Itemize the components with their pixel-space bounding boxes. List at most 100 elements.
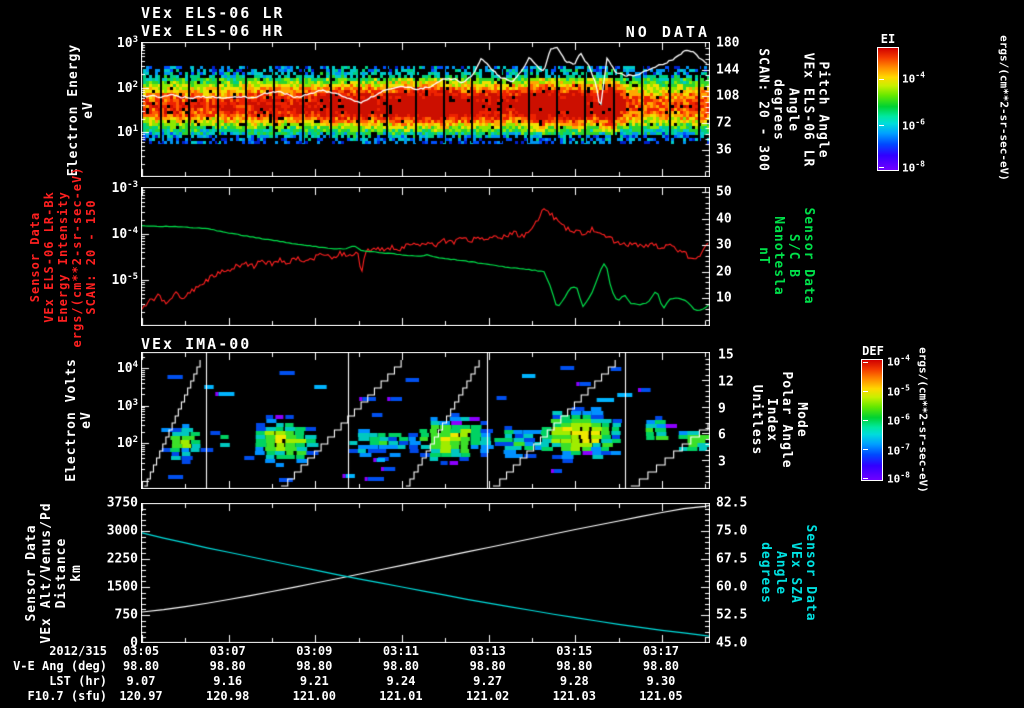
els-spectrogram-canvas [141,42,710,177]
annotation-value: 9.30 [646,674,676,688]
panel1-title-line1: VEx ELS-06 LR [141,4,285,22]
p4-left-tick-label: 750 [114,607,138,623]
p2-left-tick-label: 10-5 [111,271,139,289]
panel1-title-line2: VEx ELS-06 HR [141,22,285,40]
p3-left-tick-label: 102 [116,434,138,452]
altitude-sza-canvas [141,503,710,643]
colorbar-tick [879,79,884,80]
annotation-value: 98.80 [556,659,593,673]
row-label-ve-ang: V-E Ang (deg) [13,659,107,673]
p1-left-tick-label: 103 [116,34,138,52]
colorbar-tick [863,449,868,450]
no-data-label: NO DATA [625,23,710,41]
annotation-value: 9.07 [126,674,156,688]
def-colorbar [861,359,883,481]
p1-right-tick-label: 144 [716,62,740,77]
p3-right-tick-label: 6 [718,427,726,443]
p2-left-tick-label: 10-3 [111,179,139,197]
p4-right-tick-label: 82.5 [716,495,748,511]
p4-left-tick-label: 3750 [106,495,138,511]
p2-right-tick-label: 10 [716,290,732,306]
def-colorbar-tick-label: 10-7 [887,442,910,457]
def-colorbar-tick-label: 10-6 [887,412,910,428]
time-tick-label: 03:13 [469,644,506,658]
time-tick-label: 03:17 [642,644,680,658]
p4-left-tick-label: 3000 [106,523,138,539]
p2-right-tick-label: 20 [716,264,732,280]
def-colorbar-tick-label: 10-8 [887,470,910,486]
row-label-f107: F10.7 (sfu) [27,689,107,703]
annotation-value: 121.01 [379,689,423,703]
p4-left-tick-label: 2250 [106,551,138,567]
annotation-value: 120.97 [119,689,163,703]
p1-right-tick-label: 72 [716,115,732,131]
p3-right-tick-label: 9 [718,401,726,417]
annotation-value: 98.80 [642,659,680,673]
panel1-left-axis-label: Electron Energy eV [66,43,96,177]
date-label: 2012/315 [49,644,107,658]
colorbar-tick [879,167,884,168]
p1-right-tick-label: 108 [716,88,740,104]
ei-colorbar [877,47,899,171]
ei-colorbar-tick-label: 10-4 [902,70,925,86]
annotation-value: 9.24 [386,674,416,688]
p2-right-tick-label: 30 [716,237,732,253]
panel1-right-axis-label: Pitch Angle VEx ELS-06 LR Angle degrees … [755,48,831,172]
annotation-value: 9.21 [299,674,329,688]
p2-right-tick-label: 50 [716,184,732,200]
p4-right-tick-label: 75.0 [716,523,748,539]
def-colorbar-tick-label: 10-4 [887,353,910,369]
panel4-left-axis-label: Sensor Data VEx Alt/Venus/Pd Distance km [24,502,84,644]
time-tick-label: 03:09 [296,644,333,658]
ei-colorbar-tick-label: 10-8 [902,159,925,175]
p3-left-tick-label: 103 [116,397,138,414]
p4-right-tick-label: 60.0 [716,579,748,595]
panel3-title: VEx IMA-00 [141,335,252,353]
annotation-value: 121.00 [292,689,336,703]
annotation-value: 120.98 [205,689,250,703]
ei-colorbar-title: EI [880,32,896,46]
p4-left-tick-label: 1500 [106,579,138,595]
annotation-value: 98.80 [469,659,506,673]
annotation-value: 9.28 [559,674,589,688]
time-tick-label: 03:15 [556,644,593,658]
p4-right-tick-label: 45.0 [716,635,748,651]
annotation-value: 98.80 [296,659,333,673]
annotation-value: 9.27 [473,674,503,688]
vex-orbit-plot-screen: VEx ELS-06 LR VEx ELS-06 HR NO DATA VEx … [0,0,1024,708]
annotation-value: 98.80 [209,659,246,673]
p2-left-tick-label: 10-4 [111,225,139,243]
colorbar-tick [863,391,868,392]
colorbar-tick [879,125,884,126]
p3-right-tick-label: 15 [718,347,734,363]
p4-right-tick-label: 67.5 [716,551,748,567]
panel2-right-axis-label: Sensor Data S/C B Nanotesla nT [756,207,816,305]
p1-right-tick-label: 180 [716,35,740,51]
colorbar-tick [863,478,868,479]
time-tick-label: 03:07 [209,644,246,658]
annotation-value: 98.80 [382,659,420,673]
p3-left-tick-label: 104 [116,359,138,377]
intensity-bfield-canvas [141,187,710,326]
p3-right-tick-label: 12 [718,374,734,390]
ima-spectrogram-canvas [141,352,710,489]
p1-left-tick-label: 102 [116,79,138,96]
annotation-value: 121.02 [465,689,510,703]
time-tick-label: 03:05 [122,644,160,658]
annotation-value: 9.16 [213,674,243,688]
colorbar-tick [863,362,868,363]
time-tick-label: 03:11 [382,644,420,658]
p3-right-tick-label: 3 [718,454,726,470]
ei-colorbar-units: ergs/(cm**2-sr-sec-eV) [997,35,1011,181]
panel4-right-axis-label: Sensor Data VEx SZA Angle degrees [758,524,818,622]
def-colorbar-tick-label: 10-5 [887,383,910,398]
p4-right-tick-label: 52.5 [716,607,748,623]
p1-left-tick-label: 101 [116,124,138,141]
annotation-value: 121.03 [552,689,596,703]
row-label-lst: LST (hr) [49,674,107,688]
annotation-value: 121.05 [639,689,683,703]
colorbar-tick [863,420,868,421]
ei-colorbar-tick-label: 10-6 [902,117,925,133]
p2-right-tick-label: 40 [716,211,732,226]
panel3-left-axis-label: Electron Volts eV [64,358,94,482]
